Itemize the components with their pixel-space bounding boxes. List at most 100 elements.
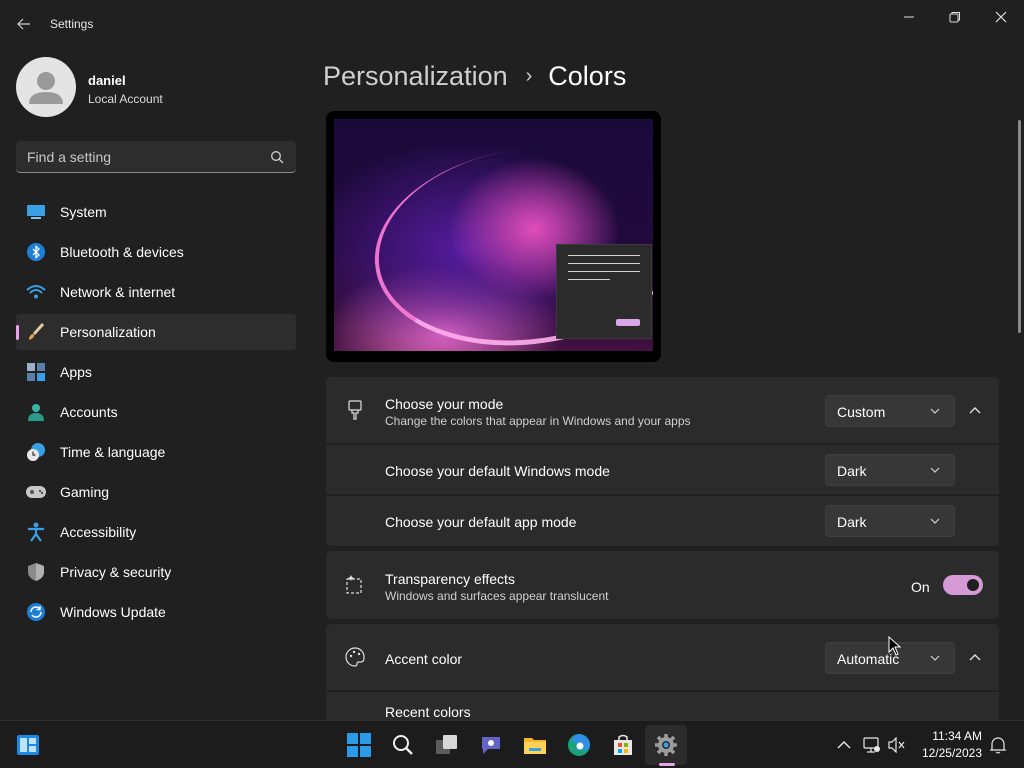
transparency-title: Transparency effects — [385, 571, 515, 587]
breadcrumb: Personalization › Colors — [323, 58, 626, 94]
bluetooth-icon — [26, 242, 46, 262]
toggle-knob — [967, 579, 979, 591]
system-icon — [26, 202, 46, 222]
preview-accent-button — [616, 319, 640, 326]
notifications-button[interactable] — [984, 731, 1012, 759]
app-title: Settings — [50, 17, 94, 31]
page-title: Colors — [548, 60, 627, 91]
sidebar: daniel Local Account Find a setting Syst… — [0, 48, 310, 718]
taskbar-search-button[interactable] — [389, 731, 417, 759]
app-mode-label: Choose your default app mode — [385, 514, 577, 530]
widgets-icon — [17, 735, 39, 755]
sidebar-item-bluetooth[interactable]: Bluetooth & devices — [16, 234, 296, 270]
scrollbar[interactable] — [1018, 120, 1021, 333]
file-explorer-icon — [524, 738, 546, 754]
search-icon[interactable] — [270, 150, 284, 164]
teams-chat-icon — [482, 737, 500, 754]
start-icon — [347, 733, 371, 757]
sidebar-item-label: Accounts — [60, 404, 118, 420]
user-profile[interactable]: daniel Local Account — [16, 57, 296, 117]
chevron-up-icon — [969, 654, 981, 661]
close-icon — [995, 11, 1007, 23]
sidebar-item-apps[interactable]: Apps — [16, 354, 296, 390]
sidebar-item-label: Personalization — [60, 324, 156, 340]
task-view-button[interactable] — [433, 731, 461, 759]
account-type: Local Account — [88, 92, 163, 106]
wallpaper-preview — [334, 119, 653, 351]
volume-button[interactable] — [883, 731, 911, 759]
chevron-down-icon — [930, 467, 940, 473]
sidebar-item-network[interactable]: Network & internet — [16, 274, 296, 310]
avatar[interactable] — [16, 57, 76, 117]
clock-time[interactable]: 11:34 AM — [920, 729, 982, 743]
mode-settings-card: Choose your mode Change the colors that … — [326, 377, 999, 546]
recent-colors-label: Recent colors — [385, 704, 471, 720]
sidebar-item-label: Network & internet — [60, 284, 176, 300]
brush-icon — [26, 322, 46, 342]
choose-mode-row[interactable]: Choose your mode Change the colors that … — [326, 377, 999, 443]
transparency-state: On — [911, 579, 930, 595]
time-language-icon — [26, 442, 46, 462]
sidebar-item-accounts[interactable]: Accounts — [16, 394, 296, 430]
store-icon — [614, 734, 632, 755]
app-mode-value: Dark — [837, 514, 867, 530]
maximize-button[interactable] — [932, 2, 978, 32]
sidebar-item-accessibility[interactable]: Accessibility — [16, 514, 296, 550]
accent-color-row[interactable]: Accent color Automatic — [326, 624, 999, 690]
mode-dropdown-value: Custom — [837, 404, 886, 420]
sidebar-item-privacy[interactable]: Privacy & security — [16, 554, 296, 590]
title-bar: Settings — [0, 0, 1024, 48]
choose-mode-title: Choose your mode — [385, 396, 504, 412]
search-input[interactable]: Find a setting — [16, 141, 296, 173]
clock-date[interactable]: 12/25/2023 — [915, 746, 982, 760]
network-icon — [863, 737, 880, 753]
sidebar-item-time-language[interactable]: Time & language — [16, 434, 296, 470]
restore-icon — [949, 12, 960, 23]
edge-button[interactable] — [565, 731, 593, 759]
task-view-icon — [436, 735, 457, 754]
notification-bell-icon — [989, 737, 1007, 754]
sidebar-item-personalization[interactable]: Personalization — [16, 314, 296, 350]
mode-dropdown[interactable]: Custom — [825, 395, 955, 427]
sidebar-item-label: Gaming — [60, 484, 110, 500]
app-mode-row: Choose your default app mode Dark — [326, 496, 999, 546]
sidebar-item-system[interactable]: System — [16, 194, 296, 230]
chevron-down-icon — [930, 655, 940, 661]
search-placeholder: Find a setting — [27, 149, 112, 165]
sidebar-item-gaming[interactable]: Gaming — [16, 474, 296, 510]
preview-window — [556, 244, 652, 339]
chevron-down-icon — [930, 518, 940, 524]
back-arrow-icon — [17, 18, 30, 30]
windows-mode-dropdown[interactable]: Dark — [825, 454, 955, 486]
windows-mode-row: Choose your default Windows mode Dark — [326, 445, 999, 494]
file-explorer-button[interactable] — [521, 731, 549, 759]
active-app-indicator — [659, 763, 675, 766]
choose-mode-subtitle: Change the colors that appear in Windows… — [385, 414, 691, 428]
start-button[interactable] — [345, 731, 373, 759]
settings-taskbar-button[interactable] — [652, 731, 680, 759]
sidebar-item-label: Windows Update — [60, 604, 166, 620]
app-mode-dropdown[interactable]: Dark — [825, 505, 955, 537]
network-status-button[interactable] — [858, 731, 886, 759]
accounts-icon — [26, 402, 46, 422]
close-button[interactable] — [978, 2, 1024, 32]
show-hidden-icons-button[interactable] — [830, 731, 858, 759]
shield-icon — [26, 562, 46, 582]
minimize-button[interactable] — [886, 2, 932, 32]
sidebar-item-label: System — [60, 204, 107, 220]
accent-color-title: Accent color — [385, 651, 463, 667]
collapse-mode-button[interactable] — [966, 401, 984, 419]
apps-icon — [26, 362, 46, 382]
store-button[interactable] — [609, 731, 637, 759]
person-icon — [29, 72, 63, 104]
edge-icon — [568, 734, 590, 756]
sidebar-item-label: Apps — [60, 364, 92, 380]
collapse-accent-button[interactable] — [966, 648, 984, 666]
breadcrumb-parent[interactable]: Personalization — [323, 61, 508, 92]
wifi-icon — [26, 282, 46, 302]
transparency-toggle[interactable] — [943, 575, 983, 595]
chat-button[interactable] — [477, 731, 505, 759]
back-button[interactable] — [10, 10, 38, 38]
sidebar-item-windows-update[interactable]: Windows Update — [16, 594, 296, 630]
widgets-button[interactable] — [14, 731, 42, 759]
